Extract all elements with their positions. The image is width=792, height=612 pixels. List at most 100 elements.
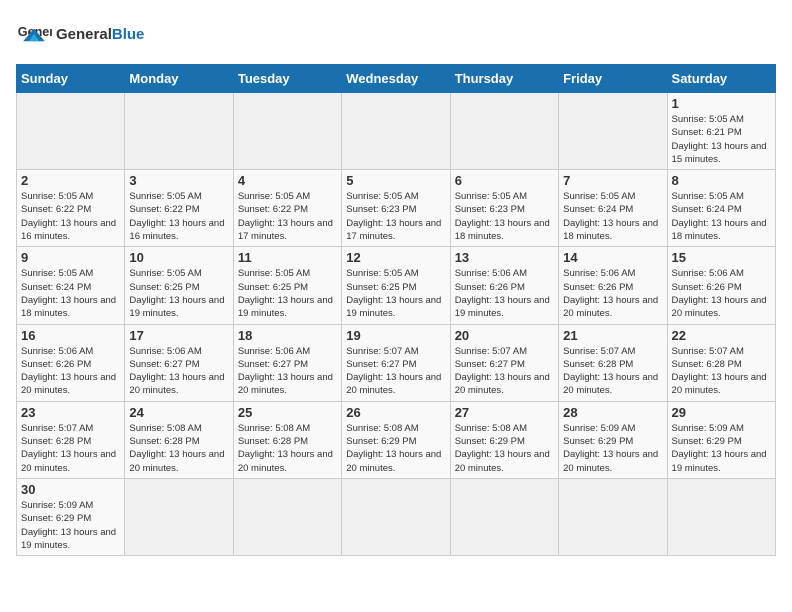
calendar-day-cell: 30 Sunrise: 5:09 AMSunset: 6:29 PMDayligh… — [17, 478, 125, 555]
header-friday: Friday — [559, 65, 667, 93]
day-number: 2 — [21, 173, 120, 188]
calendar-day-cell: 6Sunrise: 5:05 AMSunset: 6:23 PMDaylight… — [450, 170, 558, 247]
day-number: 9 — [21, 250, 120, 265]
calendar-week-row: 30 Sunrise: 5:09 AMSunset: 6:29 PMDayligh… — [17, 478, 776, 555]
header-saturday: Saturday — [667, 65, 775, 93]
day-info: Sunrise: 5:05 AMSunset: 6:22 PMDaylight:… — [238, 190, 337, 243]
day-number: 17 — [129, 328, 228, 343]
day-number: 18 — [238, 328, 337, 343]
calendar-day-cell — [667, 478, 775, 555]
calendar-day-cell: 23 Sunrise: 5:07 AMSunset: 6:28 PMDayligh… — [17, 401, 125, 478]
header-tuesday: Tuesday — [233, 65, 341, 93]
day-info: Sunrise: 5:08 AMSunset: 6:29 PMDaylight:… — [455, 422, 554, 475]
calendar-day-cell: 5Sunrise: 5:05 AMSunset: 6:23 PMDaylight… — [342, 170, 450, 247]
calendar-day-cell: 22 Sunrise: 5:07 AMSunset: 6:28 PMDayligh… — [667, 324, 775, 401]
calendar-day-cell: 16 Sunrise: 5:06 AMSunset: 6:26 PMDayligh… — [17, 324, 125, 401]
day-info: Sunrise: 5:06 AMSunset: 6:26 PMDaylight:… — [563, 267, 662, 320]
day-number: 27 — [455, 405, 554, 420]
calendar-day-cell: 27 Sunrise: 5:08 AMSunset: 6:29 PMDayligh… — [450, 401, 558, 478]
calendar-week-row: 16 Sunrise: 5:06 AMSunset: 6:26 PMDayligh… — [17, 324, 776, 401]
day-number: 15 — [672, 250, 771, 265]
calendar-day-cell: 26Sunrise: 5:08 AMSunset: 6:29 PMDayligh… — [342, 401, 450, 478]
calendar-day-cell — [125, 478, 233, 555]
calendar-week-row: 23 Sunrise: 5:07 AMSunset: 6:28 PMDayligh… — [17, 401, 776, 478]
calendar-day-cell: 24 Sunrise: 5:08 AMSunset: 6:28 PMDayligh… — [125, 401, 233, 478]
calendar-day-cell — [342, 478, 450, 555]
day-info: Sunrise: 5:06 AMSunset: 6:26 PMDaylight:… — [455, 267, 554, 320]
logo-icon: General — [16, 16, 52, 52]
calendar-day-cell — [233, 478, 341, 555]
day-info: Sunrise: 5:07 AMSunset: 6:27 PMDaylight:… — [346, 345, 445, 398]
day-number: 7 — [563, 173, 662, 188]
day-info: Sunrise: 5:05 AMSunset: 6:23 PMDaylight:… — [346, 190, 445, 243]
day-info: Sunrise: 5:07 AMSunset: 6:28 PMDaylight:… — [21, 422, 120, 475]
day-number: 19 — [346, 328, 445, 343]
weekday-header-row: Sunday Monday Tuesday Wednesday Thursday… — [17, 65, 776, 93]
day-info: Sunrise: 5:09 AMSunset: 6:29 PMDaylight:… — [21, 499, 120, 552]
day-number: 28 — [563, 405, 662, 420]
day-number: 4 — [238, 173, 337, 188]
calendar-day-cell: 29 Sunrise: 5:09 AMSunset: 6:29 PMDayligh… — [667, 401, 775, 478]
day-info: Sunrise: 5:05 AMSunset: 6:24 PMDaylight:… — [21, 267, 120, 320]
day-number: 11 — [238, 250, 337, 265]
calendar-day-cell: 3 Sunrise: 5:05 AMSunset: 6:22 PMDaylight… — [125, 170, 233, 247]
day-number: 20 — [455, 328, 554, 343]
day-number: 24 — [129, 405, 228, 420]
day-info: Sunrise: 5:06 AMSunset: 6:26 PMDaylight:… — [21, 345, 120, 398]
day-info: Sunrise: 5:06 AMSunset: 6:27 PMDaylight:… — [238, 345, 337, 398]
day-info: Sunrise: 5:08 AMSunset: 6:28 PMDaylight:… — [129, 422, 228, 475]
calendar-week-row: 1Sunrise: 5:05 AMSunset: 6:21 PMDaylight… — [17, 93, 776, 170]
calendar-day-cell — [233, 93, 341, 170]
calendar-week-row: 2 Sunrise: 5:05 AMSunset: 6:22 PMDaylight… — [17, 170, 776, 247]
day-number: 6 — [455, 173, 554, 188]
day-info: Sunrise: 5:05 AMSunset: 6:21 PMDaylight:… — [672, 113, 771, 166]
day-number: 25 — [238, 405, 337, 420]
calendar-day-cell: 21Sunrise: 5:07 AMSunset: 6:28 PMDayligh… — [559, 324, 667, 401]
header-thursday: Thursday — [450, 65, 558, 93]
day-number: 30 — [21, 482, 120, 497]
day-info: Sunrise: 5:05 AMSunset: 6:24 PMDaylight:… — [563, 190, 662, 243]
calendar-day-cell: 18 Sunrise: 5:06 AMSunset: 6:27 PMDayligh… — [233, 324, 341, 401]
day-info: Sunrise: 5:05 AMSunset: 6:24 PMDaylight:… — [672, 190, 771, 243]
day-info: Sunrise: 5:09 AMSunset: 6:29 PMDaylight:… — [672, 422, 771, 475]
page-header: General GeneralBlue — [16, 16, 776, 52]
calendar-day-cell — [450, 93, 558, 170]
day-info: Sunrise: 5:06 AMSunset: 6:27 PMDaylight:… — [129, 345, 228, 398]
calendar-day-cell — [450, 478, 558, 555]
day-info: Sunrise: 5:07 AMSunset: 6:27 PMDaylight:… — [455, 345, 554, 398]
calendar-day-cell — [559, 478, 667, 555]
calendar-day-cell — [559, 93, 667, 170]
logo-general: General — [56, 26, 112, 43]
calendar-day-cell: 12Sunrise: 5:05 AMSunset: 6:25 PMDayligh… — [342, 247, 450, 324]
header-sunday: Sunday — [17, 65, 125, 93]
header-wednesday: Wednesday — [342, 65, 450, 93]
day-info: Sunrise: 5:05 AMSunset: 6:25 PMDaylight:… — [238, 267, 337, 320]
calendar-day-cell: 2Sunrise: 5:05 AMSunset: 6:22 PMDaylight… — [17, 170, 125, 247]
day-number: 21 — [563, 328, 662, 343]
logo: General GeneralBlue — [16, 16, 144, 52]
day-number: 22 — [672, 328, 771, 343]
day-number: 29 — [672, 405, 771, 420]
day-number: 3 — [129, 173, 228, 188]
day-number: 12 — [346, 250, 445, 265]
header-monday: Monday — [125, 65, 233, 93]
day-info: Sunrise: 5:06 AMSunset: 6:26 PMDaylight:… — [672, 267, 771, 320]
calendar-day-cell: 17 Sunrise: 5:06 AMSunset: 6:27 PMDayligh… — [125, 324, 233, 401]
day-info: Sunrise: 5:05 AMSunset: 6:25 PMDaylight:… — [129, 267, 228, 320]
day-info: Sunrise: 5:09 AMSunset: 6:29 PMDaylight:… — [563, 422, 662, 475]
day-number: 14 — [563, 250, 662, 265]
calendar-day-cell: 13Sunrise: 5:06 AMSunset: 6:26 PMDayligh… — [450, 247, 558, 324]
calendar-day-cell: 28 Sunrise: 5:09 AMSunset: 6:29 PMDayligh… — [559, 401, 667, 478]
day-info: Sunrise: 5:05 AMSunset: 6:22 PMDaylight:… — [129, 190, 228, 243]
day-info: Sunrise: 5:07 AMSunset: 6:28 PMDaylight:… — [672, 345, 771, 398]
calendar-day-cell: 11 Sunrise: 5:05 AMSunset: 6:25 PMDayligh… — [233, 247, 341, 324]
day-number: 16 — [21, 328, 120, 343]
calendar-day-cell: 7 Sunrise: 5:05 AMSunset: 6:24 PMDaylight… — [559, 170, 667, 247]
day-number: 10 — [129, 250, 228, 265]
calendar-day-cell: 10 Sunrise: 5:05 AMSunset: 6:25 PMDayligh… — [125, 247, 233, 324]
logo-blue: Blue — [112, 26, 145, 43]
day-info: Sunrise: 5:08 AMSunset: 6:28 PMDaylight:… — [238, 422, 337, 475]
day-number: 8 — [672, 173, 771, 188]
day-info: Sunrise: 5:08 AMSunset: 6:29 PMDaylight:… — [346, 422, 445, 475]
day-number: 23 — [21, 405, 120, 420]
